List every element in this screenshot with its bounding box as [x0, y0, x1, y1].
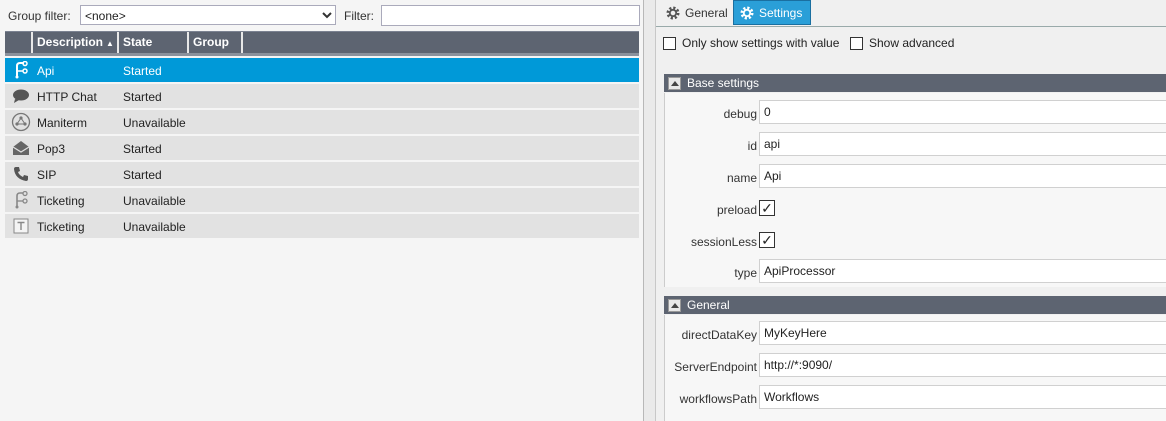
maniterm-icon	[11, 112, 31, 132]
property-row-workflowspath: workflowsPath Workflows	[665, 385, 1166, 411]
property-value-debug[interactable]: 0	[759, 100, 1166, 124]
filter-bar: Group filter: <none> Filter:	[0, 3, 643, 27]
show-advanced-option[interactable]: Show advanced	[850, 35, 954, 51]
gear-icon	[666, 6, 680, 19]
property-label: name	[726, 171, 757, 185]
sort-ascending-icon: ▲	[106, 39, 114, 48]
service-grid: Description ▲ State Group Api Started HTT…	[5, 31, 639, 238]
preload-checkbox[interactable]: ✓	[759, 200, 775, 216]
row-description: Maniterm	[37, 116, 88, 130]
only-show-with-value-label: Only show settings with value	[682, 36, 840, 50]
property-label: ServerEndpoint	[674, 360, 757, 374]
property-value-serverendpoint[interactable]: http://*:9090/	[759, 353, 1166, 377]
only-show-with-value-checkbox[interactable]	[663, 36, 676, 50]
property-row-serverendpoint: ServerEndpoint http://*:9090/	[665, 353, 1166, 379]
property-value-type[interactable]: ApiProcessor	[759, 259, 1166, 283]
property-value-name[interactable]: Api	[759, 164, 1166, 188]
only-show-with-value-option[interactable]: Only show settings with value	[663, 35, 839, 51]
row-description: Api	[37, 64, 55, 78]
gear-icon	[740, 6, 754, 19]
column-header-description[interactable]: Description ▲	[33, 32, 119, 53]
api-route-icon	[11, 61, 31, 79]
phone-icon	[11, 165, 31, 183]
property-label: sessionLess	[690, 235, 757, 249]
row-description: Ticketing	[37, 220, 85, 234]
show-advanced-label: Show advanced	[869, 36, 955, 50]
property-row-type: type ApiProcessor	[665, 259, 1166, 285]
show-advanced-checkbox[interactable]	[850, 36, 863, 50]
row-state: Started	[123, 90, 162, 104]
pane-splitter[interactable]	[644, 0, 656, 421]
group-filter-value: <none>	[85, 9, 126, 23]
table-row[interactable]: Ticketing Unavailable	[5, 214, 639, 238]
section-header-general[interactable]: General	[664, 296, 1166, 314]
grid-header-underline	[5, 53, 639, 56]
table-row[interactable]: Ticketing Unavailable	[5, 188, 639, 212]
tab-settings[interactable]: Settings	[733, 0, 811, 25]
properties-pane: General Settings Only show settings with…	[656, 0, 1166, 421]
group-filter-dropdown[interactable]: <none>	[80, 5, 336, 25]
property-row-id: id api	[665, 132, 1166, 158]
row-description: SIP	[37, 168, 57, 182]
row-description: Ticketing	[37, 194, 85, 208]
property-row-sessionless: sessionLess ✓	[665, 228, 1166, 254]
service-list-pane: Group filter: <none> Filter: Description…	[0, 0, 644, 421]
property-value-workflowspath[interactable]: Workflows	[759, 385, 1166, 409]
chat-bubble-icon	[11, 87, 31, 105]
property-row-directdatakey: directDataKey MyKeyHere	[665, 321, 1166, 347]
row-state: Unavailable	[123, 116, 186, 130]
tab-general[interactable]: General	[660, 0, 733, 25]
section-title: General	[687, 298, 730, 312]
tab-general-label: General	[685, 5, 728, 20]
table-row[interactable]: SIP Started	[5, 162, 639, 186]
property-value-id[interactable]: api	[759, 132, 1166, 156]
collapse-icon[interactable]	[668, 298, 681, 312]
grid-header: Description ▲ State Group	[5, 31, 639, 53]
row-state: Unavailable	[123, 220, 186, 234]
row-description: HTTP Chat	[37, 90, 97, 104]
collapse-icon[interactable]	[668, 76, 681, 90]
column-header-group[interactable]: Group	[189, 32, 243, 53]
text-box-icon	[11, 217, 31, 235]
row-description: Pop3	[37, 142, 66, 156]
section-header-base-settings[interactable]: Base settings	[664, 74, 1166, 92]
property-value-directdatakey[interactable]: MyKeyHere	[759, 321, 1166, 345]
property-label: id	[747, 139, 757, 153]
mail-icon	[11, 139, 31, 157]
filter-input[interactable]	[381, 5, 640, 26]
section-title: Base settings	[687, 76, 760, 90]
property-row-preload: preload ✓	[665, 196, 1166, 222]
tab-settings-label: Settings	[759, 5, 803, 20]
table-row[interactable]: HTTP Chat Started	[5, 84, 639, 108]
table-row[interactable]: Api Started	[5, 58, 639, 82]
row-state: Started	[123, 142, 162, 156]
general-settings-grid: directDataKey MyKeyHere ServerEndpoint h…	[664, 315, 1166, 421]
property-label: type	[734, 266, 757, 280]
property-row-debug: debug 0	[665, 100, 1166, 126]
column-description-label: Description	[37, 35, 104, 49]
property-label: workflowsPath	[679, 392, 757, 406]
property-label: directDataKey	[681, 328, 757, 342]
row-state: Started	[123, 168, 162, 182]
property-row-name: name Api	[665, 164, 1166, 190]
row-state: Started	[123, 64, 162, 78]
group-filter-label: Group filter:	[8, 9, 71, 23]
workflow-route-icon	[11, 191, 31, 209]
property-label: preload	[716, 203, 757, 217]
filter-label: Filter:	[344, 9, 374, 23]
property-label: debug	[723, 107, 757, 121]
column-header-state[interactable]: State	[119, 32, 189, 53]
base-settings-grid: debug 0 id api name Api preload ✓ sessio…	[664, 93, 1166, 287]
row-header-column	[5, 32, 33, 53]
row-state: Unavailable	[123, 194, 186, 208]
sessionless-checkbox[interactable]: ✓	[759, 232, 775, 248]
table-row[interactable]: Pop3 Started	[5, 136, 639, 160]
chevron-down-icon[interactable]	[318, 6, 335, 24]
table-row[interactable]: Maniterm Unavailable	[5, 110, 639, 134]
property-tabs: General Settings	[656, 0, 1166, 27]
